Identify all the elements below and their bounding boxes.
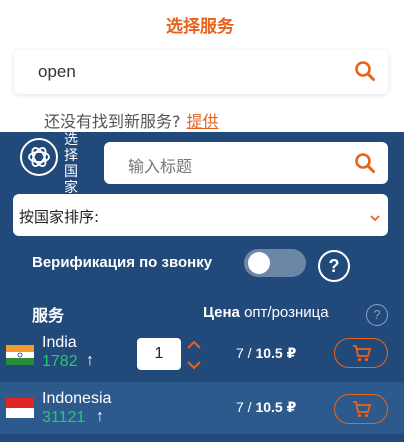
call-verification-toggle[interactable] [244, 249, 306, 277]
service-selector-header: 选择服务 open 还没有找到新服务? 提供 [0, 0, 404, 132]
country-name: Indonesia [42, 390, 112, 407]
price-opt: 7 [236, 345, 244, 361]
india-flag-icon [6, 345, 34, 365]
country-panel: 选择国家 输入标题 按国家排序: Верификация по звонку ?… [0, 132, 404, 442]
service-search-field[interactable]: open [14, 50, 388, 94]
sort-up-arrow-icon: ↑ [86, 352, 94, 369]
search-icon[interactable] [354, 152, 376, 174]
verification-help-icon[interactable]: ? [318, 250, 350, 282]
suggest-service-link[interactable]: 提供 [187, 112, 219, 131]
price: 7 / 10.5 ₽ [236, 345, 297, 361]
sort-by-country-select[interactable]: 按国家排序: [13, 194, 388, 236]
country-search-placeholder[interactable]: 输入标题 [128, 153, 192, 177]
price: 7 / 10.5 ₽ [236, 399, 297, 415]
search-icon[interactable] [354, 60, 376, 82]
currency: ₽ [286, 399, 297, 415]
chevron-down-icon[interactable] [370, 210, 380, 222]
page-title: 选择服务 [166, 17, 234, 37]
currency: ₽ [286, 345, 297, 361]
price-header-bold: Цена [203, 304, 240, 321]
not-found-text: 还没有找到新服务? [44, 112, 181, 131]
column-header-price: Цена опт/розница [203, 304, 329, 321]
add-to-cart-button[interactable] [334, 338, 388, 368]
price-header-rest: опт/розница [244, 304, 329, 321]
quantity-stepper-icon[interactable] [186, 338, 202, 372]
price-retail: 10.5 [255, 399, 283, 415]
cart-icon[interactable] [352, 344, 372, 362]
available-count: 1782 [42, 353, 78, 370]
not-found-prompt: 还没有找到新服务? 提供 [44, 108, 219, 132]
cart-icon[interactable] [352, 400, 372, 418]
toggle-knob[interactable] [248, 252, 270, 274]
sort-up-arrow-icon: ↑ [96, 408, 104, 425]
table-row: India 1782 ↑ 1 7 / 10.5 ₽ [0, 330, 404, 382]
openai-logo-icon [20, 138, 58, 176]
call-verification-label: Верификация по звонку [32, 254, 213, 271]
quantity-input[interactable]: 1 [137, 338, 181, 370]
available-count: 31121 [42, 409, 86, 426]
indonesia-flag-icon [6, 398, 34, 418]
country-name: India [42, 334, 77, 351]
price-retail: 10.5 [255, 345, 283, 361]
choose-country-label: 选择国家 [64, 132, 78, 196]
table-row: Indonesia 31121 ↑ 7 / 10.5 ₽ [0, 382, 404, 434]
sort-select-value[interactable]: 按国家排序: [19, 206, 99, 227]
column-header-service: 服务 [32, 306, 65, 325]
add-to-cart-button[interactable] [334, 394, 388, 424]
price-opt: 7 [236, 399, 244, 415]
country-search-field[interactable]: 输入标题 [104, 142, 388, 184]
price-help-icon[interactable]: ? [366, 304, 388, 326]
service-search-value[interactable]: open [38, 62, 76, 82]
